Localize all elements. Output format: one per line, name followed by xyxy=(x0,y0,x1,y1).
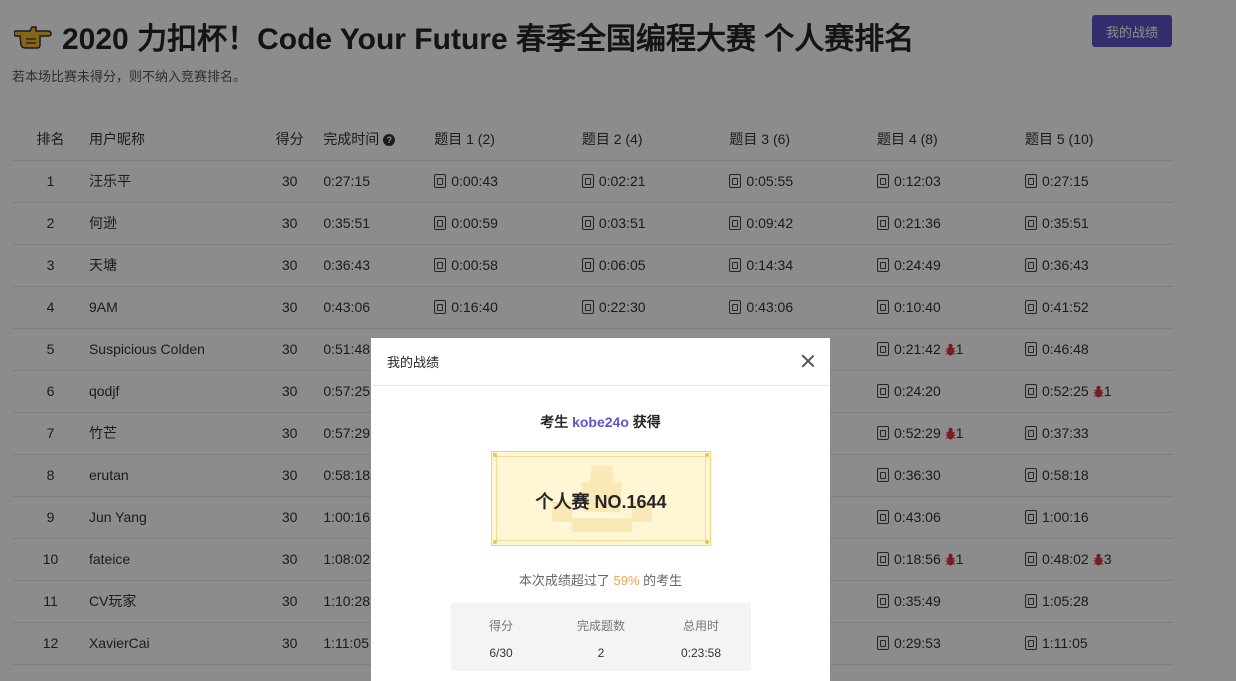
candidate-line: 考生 kobe24o 获得 xyxy=(371,412,830,432)
stat-label: 完成题数 xyxy=(576,619,625,633)
stat-label: 得分 xyxy=(488,619,513,633)
candidate-suffix: 获得 xyxy=(628,414,661,430)
stat-value: 0:23:58 xyxy=(680,646,722,660)
stat-solved: 完成题数 2 xyxy=(551,603,651,671)
stat-value: 6/30 xyxy=(489,646,513,660)
certificate: 个人赛 NO.1644 xyxy=(491,451,711,546)
certificate-rank: 个人赛 NO.1644 xyxy=(535,492,667,512)
stats-panel: 得分 6/30 完成题数 2 总用时 0:23:58 xyxy=(451,603,751,671)
certificate-corner-dot xyxy=(705,540,709,544)
contest-ranking-page: 2020 力扣杯！Code Your Future 春季全国编程大赛 个人赛排名… xyxy=(0,0,1236,681)
certificate-corner-dot xyxy=(705,453,709,457)
stat-total-time: 总用时 0:23:58 xyxy=(651,603,751,671)
close-icon[interactable] xyxy=(800,353,816,369)
candidate-prefix: 考生 xyxy=(540,414,573,430)
beat-percent: 59% xyxy=(613,573,640,588)
candidate-username[interactable]: kobe24o xyxy=(572,414,629,430)
beat-percent-line: 本次成绩超过了 59% 的考生 xyxy=(371,570,830,589)
modal-title: 我的战绩 xyxy=(387,355,440,370)
modal-header: 我的战绩 xyxy=(371,338,830,386)
stat-value: 2 xyxy=(597,646,605,660)
certificate-corner-dot xyxy=(493,540,497,544)
beat-suffix: 的考生 xyxy=(639,573,683,588)
stat-score: 得分 6/30 xyxy=(451,603,551,671)
certificate-corner-dot xyxy=(493,453,497,457)
beat-prefix: 本次成绩超过了 xyxy=(518,573,614,588)
my-results-modal: 我的战绩 考生 kobe24o 获得 个人赛 NO.1644 本次成绩超过了 5… xyxy=(371,338,830,681)
stat-label: 总用时 xyxy=(682,619,719,633)
